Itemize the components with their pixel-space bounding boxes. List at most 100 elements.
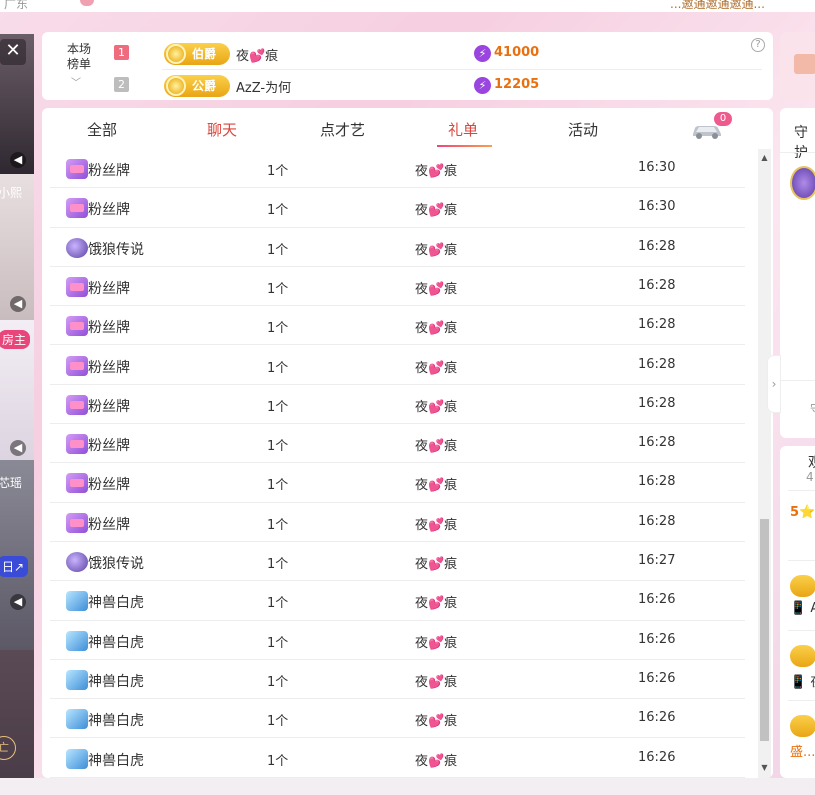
gift-time: 16:26 [638,592,676,608]
fullscreen-badge[interactable]: 日↗ [0,556,29,577]
viewer-item[interactable]: 盛... [788,700,815,770]
crown-gem-icon [166,76,186,96]
gift-wolf-icon [66,237,88,258]
envelope-icon[interactable] [794,54,815,74]
video-thumbnail: 亡 [0,650,34,778]
gift-time: 16:30 [638,199,676,215]
gift-fan-icon [66,159,88,179]
ranking-title: 本场榜单 [66,42,91,71]
gift-sender[interactable]: 夜💕痕 [415,317,457,336]
tab-all[interactable]: 全部 [87,119,117,140]
video-thumbnail[interactable]: 芯瑶 日↗ ◀ [0,460,34,650]
scroll-thumb[interactable] [760,519,769,741]
gift-row: 饿狼传说 1个 夜💕痕 16:27 [50,542,745,582]
help-icon[interactable]: ? [751,38,765,52]
ranking-entry[interactable]: 2 公爵 AzZ-为何 ⚡ 12205 [114,74,754,97]
user-name[interactable]: AzZ-为何 [236,77,291,96]
gift-name: 神兽白虎 [88,713,144,730]
tab-talent[interactable]: 点才艺 [320,119,365,140]
close-icon[interactable]: ✕ [0,39,26,65]
top-bar: 广东 ...邀通邀通邀通... [0,0,815,12]
viewer-item[interactable]: 📱 夜 [788,630,815,700]
scrollbar[interactable]: ▲ ▼ [758,149,771,778]
gift-sender[interactable]: 夜💕痕 [415,435,457,454]
gift-quantity: 1个 [267,478,289,494]
gift-sender[interactable]: 夜💕痕 [415,239,457,258]
gift-sender[interactable]: 夜💕痕 [415,160,457,179]
video-thumbnail[interactable]: 小熙 ◀ [0,174,34,320]
gift-sender[interactable]: 夜💕痕 [415,514,457,533]
volume-icon[interactable]: ◀ [10,594,26,610]
gift-tiger-icon [66,630,88,651]
gift-quantity: 1个 [267,399,289,415]
volume-icon[interactable]: ◀ [10,152,26,168]
gift-row: 粉丝牌 1个 夜💕痕 16:28 [50,463,745,503]
gift-sender[interactable]: 夜💕痕 [415,357,457,376]
tab-activity[interactable]: 活动 [568,119,598,140]
gift-fan-icon [66,473,88,494]
viewer-count: 4 [806,470,814,484]
gift-time: 16:28 [638,513,676,529]
gift-time: 16:28 [638,435,676,451]
gift-name: 粉丝牌 [88,438,130,455]
gift-sender[interactable]: 夜💕痕 [415,750,457,769]
video-thumbnail[interactable]: 房主 ◀ [0,320,34,460]
gift-sender[interactable]: 夜💕痕 [415,632,457,651]
gift-time: 16:28 [638,238,676,254]
gift-row: 饿狼传说 1个 夜💕痕 16:28 [50,228,745,267]
gift-sender[interactable]: 夜💕痕 [415,474,457,493]
crown-gem-icon [166,44,186,64]
guard-small-text: 守 [810,400,815,417]
gift-name: 粉丝牌 [88,280,130,297]
user-name[interactable]: 夜💕痕 [236,45,278,64]
viewer-label[interactable]: 观 [808,452,815,472]
tab-chat[interactable]: 聊天 [207,119,237,140]
gift-quantity: 1个 [267,596,289,612]
gift-sender[interactable]: 夜💕痕 [415,553,457,572]
guard-badge-icon[interactable] [790,166,815,200]
gift-name: 饿狼传说 [88,556,144,572]
gift-sender[interactable]: 夜💕痕 [415,671,457,690]
score: ⚡ 41000 [474,45,539,62]
gift-time: 16:26 [638,670,676,686]
thumbnail-label: 芯瑶 [0,476,23,490]
ranking-entry[interactable]: 1 伯爵 夜💕痕 ⚡ 41000 [114,42,754,65]
gift-name: 粉丝牌 [88,163,130,179]
ring-button[interactable]: 亡 [0,736,16,760]
gift-quantity: 1个 [267,360,289,376]
gift-sender[interactable]: 夜💕痕 [415,710,457,729]
gift-sender[interactable]: 夜💕痕 [415,592,457,611]
gift-name: 粉丝牌 [88,359,130,376]
gift-sender[interactable]: 夜💕痕 [415,396,457,415]
gift-time: 16:28 [638,395,676,411]
gift-sender[interactable]: 夜💕痕 [415,199,457,218]
collapse-arrow-icon[interactable]: › [767,355,781,413]
gift-name: 粉丝牌 [88,320,130,337]
chevron-down-icon[interactable]: ﹀ [71,74,81,89]
scroll-up-arrow-icon[interactable]: ▲ [758,153,771,162]
gift-quantity: 1个 [267,635,289,651]
gift-quantity: 1个 [267,164,289,179]
divider [780,380,815,381]
scroll-down-arrow-icon[interactable]: ▼ [758,763,771,772]
gift-row: 神兽白虎 1个 夜💕痕 16:26 [50,739,745,778]
gift-sender[interactable]: 夜💕痕 [415,278,457,297]
guard-label[interactable]: 守护 [794,122,815,162]
volume-icon[interactable]: ◀ [10,440,26,456]
gift-name: 粉丝牌 [88,516,130,533]
score: ⚡ 12205 [474,77,539,94]
gift-name: 粉丝牌 [88,202,130,219]
gift-time: 16:26 [638,749,676,765]
session-ranking-card: 本场榜单 ﹀ 1 伯爵 夜💕痕 ⚡ 41000 2 公爵 AzZ-为何 ⚡ 1220… [42,32,773,100]
heart-logo-icon [80,0,94,6]
viewer-item-text: 📱 Az [790,601,815,616]
gift-fan-icon [66,198,88,219]
volume-icon[interactable]: ◀ [10,296,26,312]
tab-gift-list[interactable]: 礼单 [448,119,478,140]
viewer-item[interactable]: 📱 Az [788,560,815,630]
gift-list: 粉丝牌 1个 夜💕痕 16:30 粉丝牌 1个 夜💕痕 16:30 饿狼传说 1个 夜💕痕 16:28… [50,149,754,778]
viewer-item[interactable]: 5⭐ 大美 [788,490,815,560]
noble-title: 伯爵 [192,47,217,61]
video-thumbnail[interactable]: ✕ ◀ [0,34,34,174]
host-badge: 房主 [0,330,31,349]
